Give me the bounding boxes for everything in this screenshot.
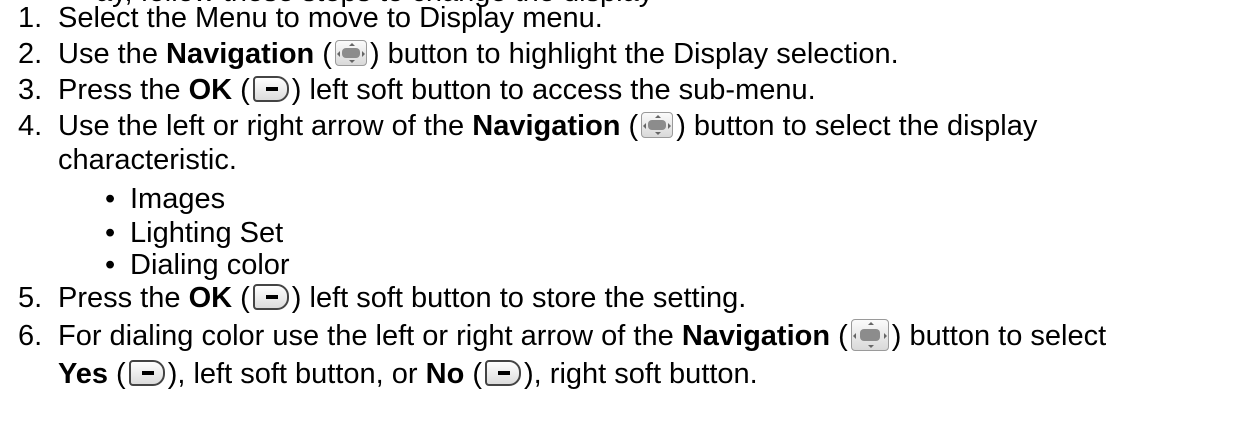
step-text: Press the OK () left soft button to stor…	[58, 282, 747, 314]
step-number: 6.	[18, 320, 43, 352]
step-text-continued: Yes (), left soft button, or No (), righ…	[58, 358, 758, 390]
soft-key-icon	[485, 360, 522, 387]
bullet-icon: •	[105, 249, 116, 281]
no-label: No	[425, 358, 465, 390]
soft-key-icon	[252, 284, 289, 311]
step-number: 1.	[18, 2, 43, 34]
step-text: For dialing color use the left or right …	[58, 319, 1107, 352]
ok-label: OK	[188, 282, 233, 314]
navigation-label: Navigation	[166, 38, 315, 70]
bullet-icon: •	[105, 183, 116, 215]
navigation-key-icon	[850, 319, 889, 352]
soft-key-icon	[128, 360, 165, 387]
step-number: 3.	[18, 74, 43, 106]
bullet-icon: •	[105, 217, 116, 249]
step-text: Press the OK () left soft button to acce…	[58, 74, 816, 106]
step-text: Select the Menu to move to Display menu.	[58, 2, 603, 34]
step-text-continued: characteristic.	[58, 144, 237, 176]
step-text: Use the left or right arrow of the Navig…	[58, 110, 1038, 142]
step-number: 2.	[18, 38, 43, 70]
ok-label: OK	[188, 74, 233, 106]
step-number: 4.	[18, 110, 43, 142]
navigation-key-icon	[334, 40, 367, 67]
soft-key-icon	[252, 76, 289, 103]
navigation-key-icon	[641, 112, 674, 139]
step-number: 5.	[18, 282, 43, 314]
step-text: Use the Navigation () button to highligh…	[58, 38, 899, 70]
yes-label: Yes	[58, 358, 108, 390]
navigation-label: Navigation	[472, 110, 621, 142]
navigation-label: Navigation	[681, 320, 831, 352]
